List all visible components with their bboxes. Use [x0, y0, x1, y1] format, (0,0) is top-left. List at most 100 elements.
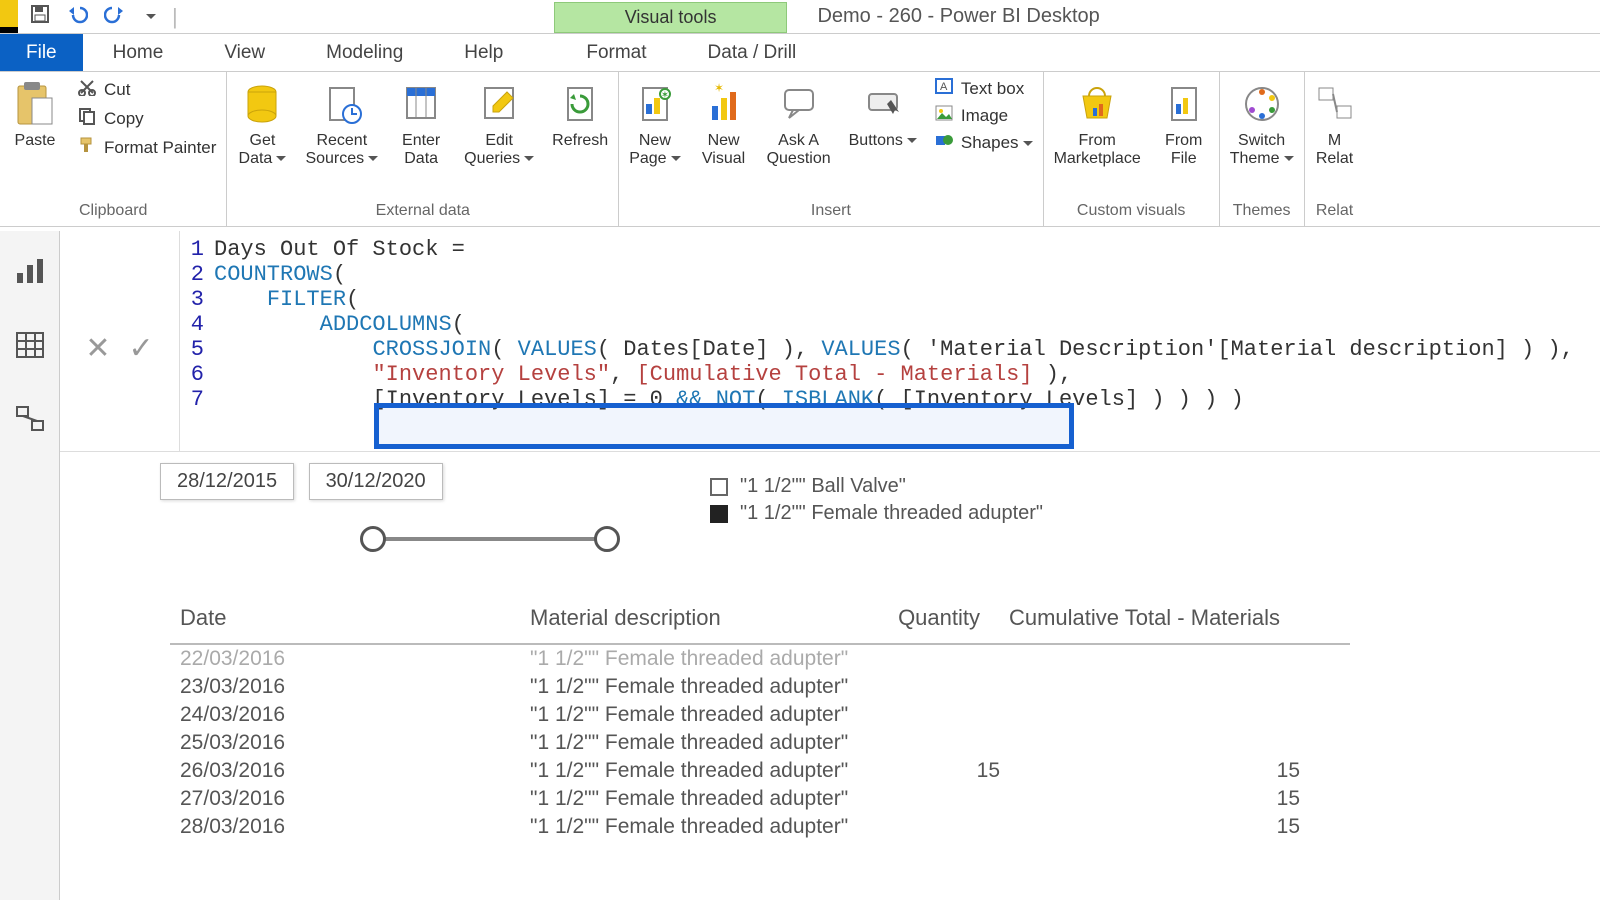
tab-data-drill[interactable]: Data / Drill	[678, 34, 828, 71]
group-label-themes: Themes	[1233, 200, 1291, 222]
slicer-to-date[interactable]: 30/12/2020	[309, 463, 443, 500]
table-row[interactable]: 28/03/2016"1 1/2"" Female threaded adupt…	[170, 813, 1350, 841]
save-icon[interactable]	[30, 4, 50, 29]
from-marketplace-button[interactable]: From Marketplace	[1054, 78, 1141, 167]
copy-button[interactable]: Copy	[78, 107, 216, 130]
table-row[interactable]: 25/03/2016"1 1/2"" Female threaded adupt…	[170, 729, 1350, 757]
dax-line-1: Days Out Of Stock =	[214, 237, 465, 262]
image-label: Image	[961, 106, 1008, 126]
new-page-label: New Page	[629, 132, 680, 167]
qat-customize-dropdown[interactable]	[142, 8, 156, 26]
date-slider[interactable]	[360, 526, 620, 552]
get-data-icon	[237, 78, 287, 130]
new-page-icon: ✶	[630, 78, 680, 130]
ribbon: Paste Cut Copy Format Painter Clipboard	[0, 72, 1600, 227]
legend-swatch-1	[710, 505, 728, 523]
slider-handle-from[interactable]	[360, 526, 386, 552]
tab-home[interactable]: Home	[83, 34, 195, 71]
group-label-relationships: Relat	[1316, 200, 1353, 222]
data-table[interactable]: Date Material description Quantity Cumul…	[170, 597, 1350, 841]
undo-icon[interactable]	[66, 4, 88, 29]
tab-view[interactable]: View	[194, 34, 296, 71]
group-relationships: M Relat Relat	[1305, 72, 1365, 226]
from-file-label: From File	[1165, 132, 1202, 167]
paste-button[interactable]: Paste	[10, 78, 60, 150]
group-clipboard: Paste Cut Copy Format Painter Clipboard	[0, 72, 227, 226]
paste-label: Paste	[15, 132, 56, 150]
paste-icon	[10, 78, 60, 130]
new-visual-button[interactable]: ✶ New Visual	[699, 78, 749, 167]
format-painter-icon	[78, 136, 96, 159]
col-date[interactable]: Date	[170, 597, 520, 643]
file-tab[interactable]: File	[0, 34, 83, 71]
table-row[interactable]: 23/03/2016"1 1/2"" Female threaded adupt…	[170, 673, 1350, 701]
slider-handle-to[interactable]	[594, 526, 620, 552]
buttons-icon	[858, 78, 908, 130]
svg-text:✶: ✶	[714, 82, 724, 95]
title-bar: | Visual tools Demo - 260 - Power BI Des…	[0, 0, 1600, 34]
slider-track	[374, 537, 606, 541]
refresh-label: Refresh	[552, 132, 608, 150]
model-view-icon[interactable]	[15, 405, 45, 438]
col-cumulative[interactable]: Cumulative Total - Materials	[990, 597, 1290, 643]
formula-accept-button[interactable]: ✓	[129, 331, 154, 366]
enter-data-button[interactable]: Enter Data	[396, 78, 446, 167]
formula-cancel-button[interactable]: ✕	[85, 331, 110, 366]
svg-text:A: A	[940, 81, 948, 93]
table-body: 22/03/2016"1 1/2"" Female threaded adupt…	[170, 645, 1350, 841]
switch-theme-label: Switch Theme	[1230, 132, 1294, 167]
textbox-button[interactable]: A Text box	[935, 78, 1033, 99]
legend-item-0[interactable]: "1 1/2"" Ball Valve"	[710, 475, 1043, 498]
legend: "1 1/2"" Ball Valve" "1 1/2"" Female thr…	[710, 471, 1043, 529]
tab-format[interactable]: Format	[556, 34, 677, 71]
svg-text:✶: ✶	[661, 90, 669, 101]
table-row[interactable]: 27/03/2016"1 1/2"" Female threaded adupt…	[170, 785, 1350, 813]
tab-modeling[interactable]: Modeling	[296, 34, 434, 71]
report-view-icon[interactable]	[15, 259, 45, 290]
col-material[interactable]: Material description	[520, 597, 880, 643]
buttons-button[interactable]: Buttons	[849, 78, 917, 150]
new-page-button[interactable]: ✶ New Page	[629, 78, 680, 167]
cut-button[interactable]: Cut	[78, 78, 216, 101]
redo-icon[interactable]	[104, 4, 126, 29]
table-row[interactable]: 22/03/2016"1 1/2"" Female threaded adupt…	[170, 645, 1350, 673]
table-row[interactable]: 26/03/2016"1 1/2"" Female threaded adupt…	[170, 757, 1350, 785]
recent-sources-button[interactable]: Recent Sources	[305, 78, 378, 167]
ask-question-button[interactable]: Ask A Question	[767, 78, 831, 167]
dax-line-7: [Inventory Levels] = 0 && NOT( ISBLANK( …	[214, 387, 1244, 412]
shapes-label: Shapes	[961, 133, 1033, 153]
dax-line-2: COUNTROWS(	[214, 262, 346, 287]
legend-label-0: "1 1/2"" Ball Valve"	[740, 475, 906, 498]
data-view-icon[interactable]	[16, 332, 44, 363]
slicer-from-date[interactable]: 28/12/2015	[160, 463, 294, 500]
recent-sources-label: Recent Sources	[305, 132, 378, 167]
table-header: Date Material description Quantity Cumul…	[170, 597, 1350, 645]
edit-queries-icon	[474, 78, 524, 130]
get-data-button[interactable]: Get Data	[237, 78, 287, 167]
edit-queries-label: Edit Queries	[464, 132, 534, 167]
cut-icon	[78, 78, 96, 101]
ask-question-label: Ask A Question	[767, 132, 831, 167]
new-visual-label: New Visual	[702, 132, 745, 167]
legend-item-1[interactable]: "1 1/2"" Female threaded adupter"	[710, 502, 1043, 525]
refresh-button[interactable]: Refresh	[552, 78, 608, 150]
textbox-icon: A	[935, 78, 953, 99]
dax-editor[interactable]: 1Days Out Of Stock = 2COUNTROWS( 3 FILTE…	[180, 231, 1574, 418]
col-quantity[interactable]: Quantity	[880, 597, 990, 643]
app-badge-icon	[0, 0, 18, 33]
edit-queries-button[interactable]: Edit Queries	[464, 78, 534, 167]
from-file-button[interactable]: From File	[1159, 78, 1209, 167]
tab-help[interactable]: Help	[434, 34, 534, 71]
manage-relationships-button[interactable]: M Relat	[1310, 78, 1360, 167]
format-painter-button[interactable]: Format Painter	[78, 136, 216, 159]
legend-swatch-0	[710, 478, 728, 496]
switch-theme-button[interactable]: Switch Theme	[1230, 78, 1294, 167]
group-custom-visuals: From Marketplace From File Custom visual…	[1044, 72, 1220, 226]
shapes-button[interactable]: Shapes	[935, 132, 1033, 153]
format-painter-label: Format Painter	[104, 138, 216, 158]
table-row[interactable]: 24/03/2016"1 1/2"" Female threaded adupt…	[170, 701, 1350, 729]
marketplace-icon	[1072, 78, 1122, 130]
new-visual-icon: ✶	[699, 78, 749, 130]
image-button[interactable]: Image	[935, 105, 1033, 126]
switch-theme-icon	[1237, 78, 1287, 130]
